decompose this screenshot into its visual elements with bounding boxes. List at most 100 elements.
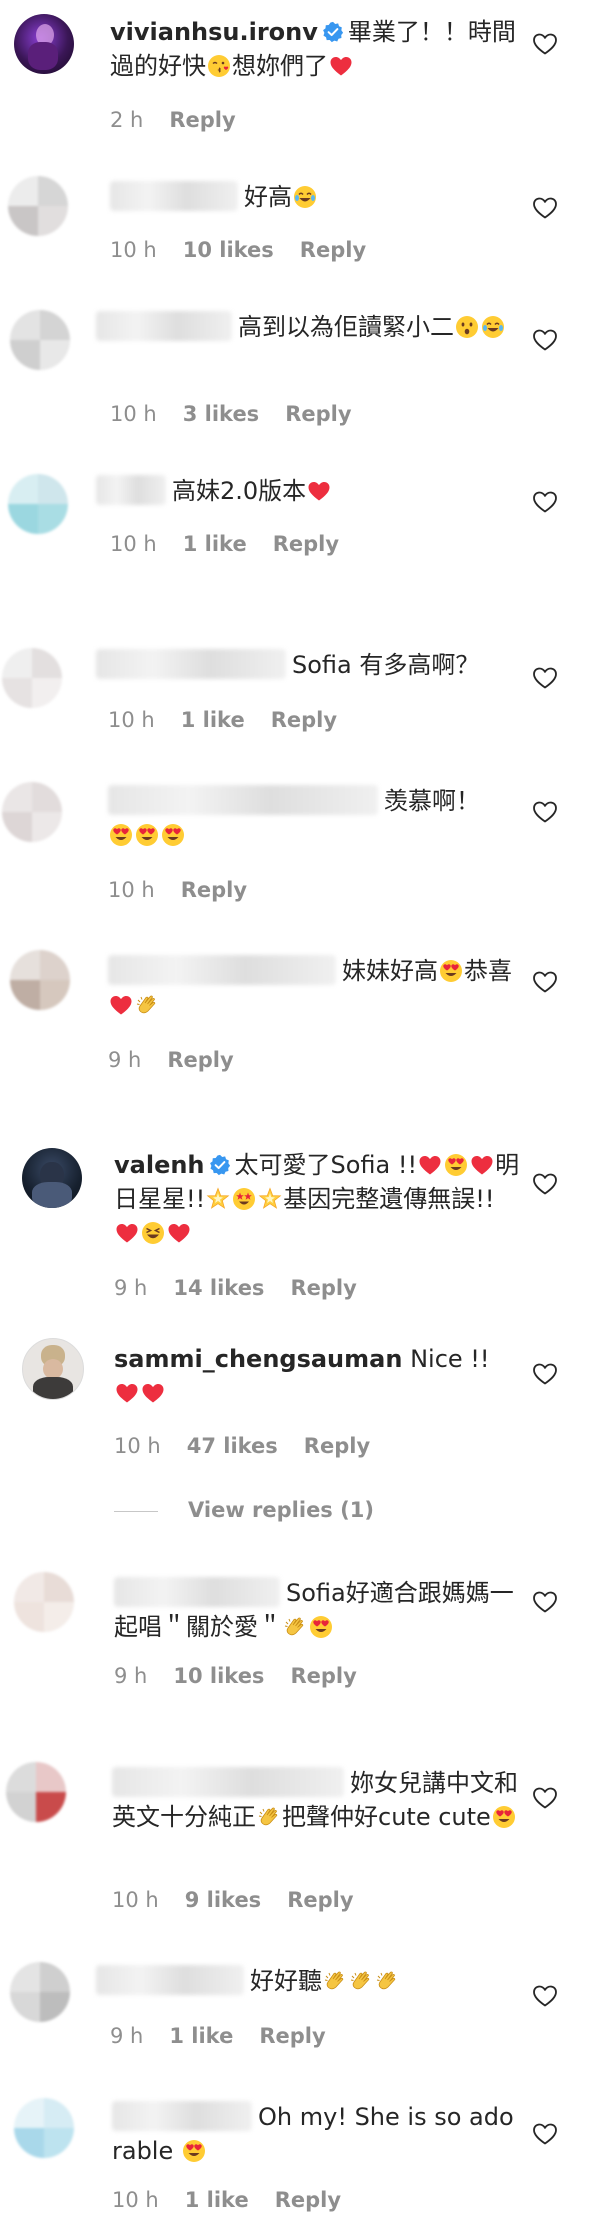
comment-meta: 10 h Reply: [108, 878, 273, 902]
comment-body-2: 恭喜: [464, 957, 512, 985]
reply-button[interactable]: Reply: [300, 238, 366, 262]
heart-eyes-emoji-icon: [182, 2139, 206, 2163]
avatar[interactable]: [14, 14, 74, 74]
avatar[interactable]: [8, 474, 68, 534]
red-heart-emoji-icon: [470, 1153, 494, 1177]
reply-button[interactable]: Reply: [259, 2024, 325, 2048]
reply-button[interactable]: Reply: [275, 2188, 341, 2212]
avatar[interactable]: [2, 782, 62, 842]
comment-likes[interactable]: 1 like: [185, 2188, 249, 2212]
reply-button[interactable]: Reply: [290, 1664, 356, 1688]
comment-text: Sofia好適合跟媽媽一起唱＂關於愛＂: [114, 1576, 520, 1644]
clapping-hands-emoji-icon: [135, 993, 159, 1017]
redacted-username: [108, 785, 378, 815]
comment-likes[interactable]: 14 likes: [173, 1276, 264, 1300]
redacted-username: [110, 181, 238, 211]
red-heart-emoji-icon: [167, 1221, 191, 1245]
comment-likes[interactable]: 10 likes: [173, 1664, 264, 1688]
like-heart-icon[interactable]: [532, 2122, 558, 2146]
like-heart-icon[interactable]: [532, 970, 558, 994]
reply-button[interactable]: Reply: [287, 1888, 353, 1912]
avatar[interactable]: [2, 648, 62, 708]
like-heart-icon[interactable]: [532, 1590, 558, 1614]
comment-text: Oh my! She is so adorable: [112, 2100, 520, 2168]
comment-body: Sofia 有多高啊？: [292, 651, 480, 679]
avatar[interactable]: [10, 310, 70, 370]
red-heart-emoji-icon: [115, 1381, 139, 1405]
view-replies-label[interactable]: View replies (1): [188, 1498, 374, 1522]
comment-username[interactable]: vivianhsu.ironv: [110, 18, 318, 46]
comment-text: vivianhsu.ironv 畢業了！！時間過的好快 想妳們了: [110, 15, 520, 83]
comment-text: sammi_chengsauman Nice !!: [114, 1342, 520, 1410]
comment-time: 10 h: [110, 238, 157, 262]
red-heart-emoji-icon: [418, 1153, 442, 1177]
like-heart-icon[interactable]: [532, 1984, 558, 2008]
tears-of-joy-emoji-icon: [481, 315, 505, 339]
avatar[interactable]: [6, 1762, 66, 1822]
comment-time: 10 h: [108, 708, 155, 732]
comment-body: 好高: [244, 183, 292, 211]
comment-meta: 9 h 10 likes Reply: [114, 1664, 383, 1688]
comment-likes[interactable]: 9 likes: [185, 1888, 261, 1912]
like-heart-icon[interactable]: [532, 800, 558, 824]
like-heart-icon[interactable]: [532, 32, 558, 56]
comment-likes[interactable]: 1 like: [181, 708, 245, 732]
avatar[interactable]: [14, 1572, 74, 1632]
like-heart-icon[interactable]: [532, 1172, 558, 1196]
like-heart-icon[interactable]: [532, 196, 558, 220]
comment-body-3: 基因完整遺傳無誤!!: [283, 1185, 495, 1213]
comment-body-2: 想妳們了: [232, 52, 328, 80]
star-struck-emoji-icon: [232, 1187, 256, 1211]
comment-time: 10 h: [110, 402, 157, 426]
like-heart-icon[interactable]: [532, 490, 558, 514]
heart-eyes-emoji-icon: [492, 1805, 516, 1829]
comment-meta: 10 h 10 likes Reply: [110, 238, 392, 262]
comment-time: 9 h: [108, 1048, 142, 1072]
comment-likes[interactable]: 47 likes: [187, 1434, 278, 1458]
avatar[interactable]: [8, 176, 68, 236]
reply-button[interactable]: Reply: [285, 402, 351, 426]
comment-time: 10 h: [114, 1434, 161, 1458]
like-heart-icon[interactable]: [532, 1786, 558, 1810]
avatar[interactable]: [22, 1148, 82, 1208]
comment-likes[interactable]: 1 like: [183, 532, 247, 556]
comment-meta: 9 h 1 like Reply: [110, 2024, 352, 2048]
red-heart-emoji-icon: [329, 54, 353, 78]
comment-username[interactable]: valenh: [114, 1151, 205, 1179]
reply-button[interactable]: Reply: [304, 1434, 370, 1458]
reply-button[interactable]: Reply: [271, 708, 337, 732]
comment-meta: 10 h 1 like Reply: [110, 532, 365, 556]
avatar[interactable]: [10, 950, 70, 1010]
heart-eyes-emoji-icon: [109, 823, 133, 847]
reply-button[interactable]: Reply: [169, 108, 235, 132]
verified-badge-icon: [209, 1154, 231, 1176]
reply-button[interactable]: Reply: [273, 532, 339, 556]
avatar[interactable]: [22, 1338, 84, 1400]
like-heart-icon[interactable]: [532, 1362, 558, 1386]
like-heart-icon[interactable]: [532, 328, 558, 352]
comment-likes[interactable]: 1 like: [169, 2024, 233, 2048]
comment-text: 妳女兒講中文和英文十分純正 把聲仲好cute cute: [112, 1766, 520, 1834]
avatar[interactable]: [14, 2098, 74, 2158]
reply-button[interactable]: Reply: [167, 1048, 233, 1072]
comment-body: 太可愛了Sofia !!: [234, 1151, 418, 1179]
heart-eyes-emoji-icon: [161, 823, 185, 847]
reply-button[interactable]: Reply: [290, 1276, 356, 1300]
comment-likes[interactable]: 10 likes: [183, 238, 274, 262]
view-replies-button[interactable]: View replies (1): [114, 1498, 374, 1522]
kissing-face-emoji-icon: [207, 54, 231, 78]
view-replies-divider: [114, 1510, 158, 1512]
comment-body: 高妹2.0版本: [172, 477, 307, 505]
reply-button[interactable]: Reply: [181, 878, 247, 902]
comment-meta: 2 h Reply: [110, 108, 262, 132]
avatar[interactable]: [10, 1962, 70, 2022]
comment-username[interactable]: sammi_chengsauman: [114, 1345, 402, 1373]
comment-likes[interactable]: 3 likes: [183, 402, 259, 426]
clapping-hands-emoji-icon: [323, 1969, 347, 1993]
red-heart-emoji-icon: [109, 993, 133, 1017]
comment-text: 高到以為佢讀緊小二: [96, 310, 520, 344]
redacted-username: [96, 1965, 244, 1995]
comment-body: 妹妹好高: [342, 957, 438, 985]
redacted-username: [112, 1767, 344, 1797]
like-heart-icon[interactable]: [532, 666, 558, 690]
